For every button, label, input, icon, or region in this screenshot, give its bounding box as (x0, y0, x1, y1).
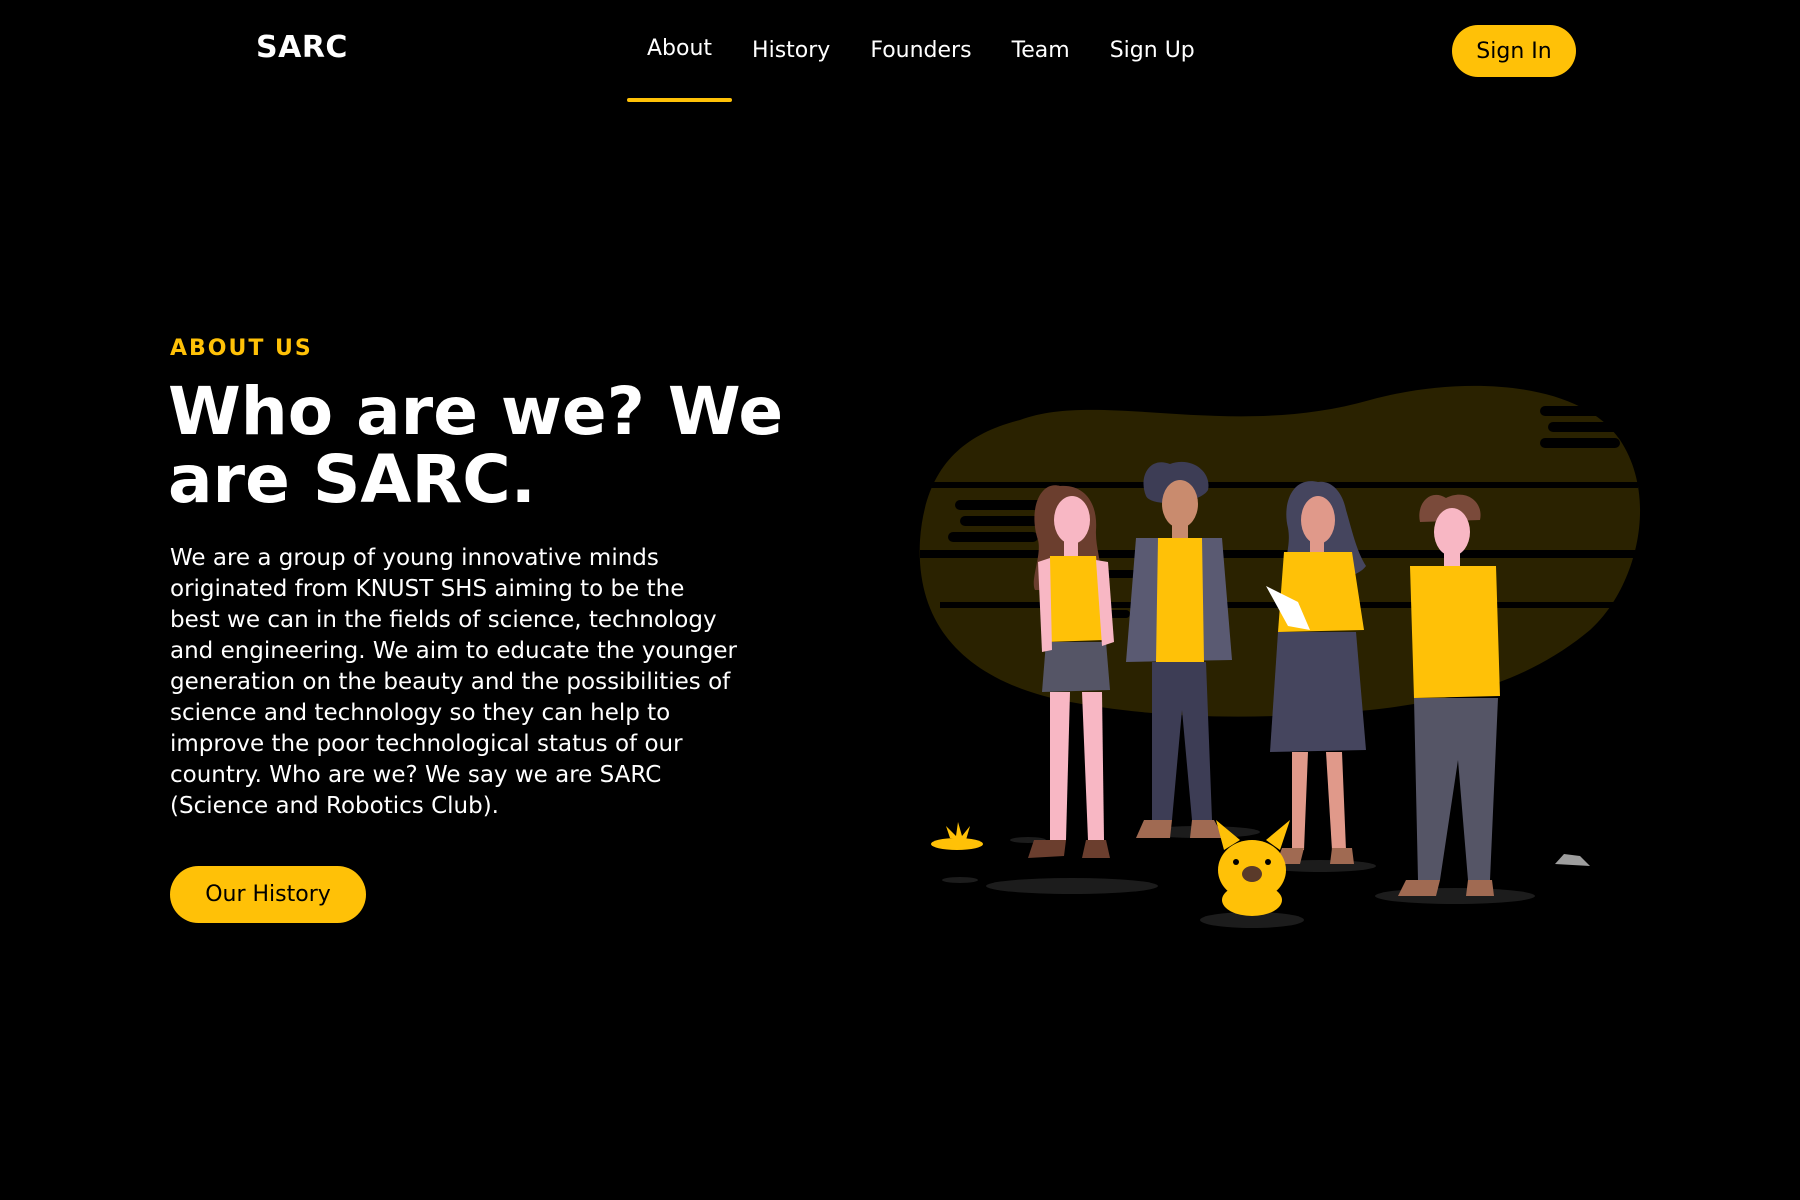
page: SARC About History Founders Team Sign Up… (0, 0, 1800, 1200)
nav-item-label: Team (1011, 38, 1070, 63)
nav-item-founders[interactable]: Founders (850, 0, 991, 104)
nav-item-label: About (647, 36, 713, 61)
our-history-button[interactable]: Our History (170, 866, 366, 923)
about-description: We are a group of young innovative minds… (170, 545, 737, 819)
nav-item-team[interactable]: Team (992, 0, 1090, 104)
nav-item-sign-up[interactable]: Sign Up (1090, 0, 1215, 104)
page-title: Who are we? We are SARC. (168, 373, 784, 518)
site-logo[interactable]: SARC (256, 30, 348, 65)
nav-item-about[interactable]: About (627, 0, 733, 104)
nav-item-label: History (752, 38, 831, 63)
nav-item-label: Sign Up (1109, 38, 1195, 63)
rock-icon (1555, 854, 1590, 866)
main-nav: About History Founders Team Sign Up (627, 0, 1215, 104)
section-eyebrow: ABOUT US (170, 336, 313, 361)
nav-item-history[interactable]: History (732, 0, 850, 104)
sign-in-button[interactable]: Sign In (1452, 25, 1576, 77)
plant-icon (931, 822, 983, 850)
nav-item-label: Founders (870, 38, 972, 63)
team-illustration (918, 385, 1641, 928)
